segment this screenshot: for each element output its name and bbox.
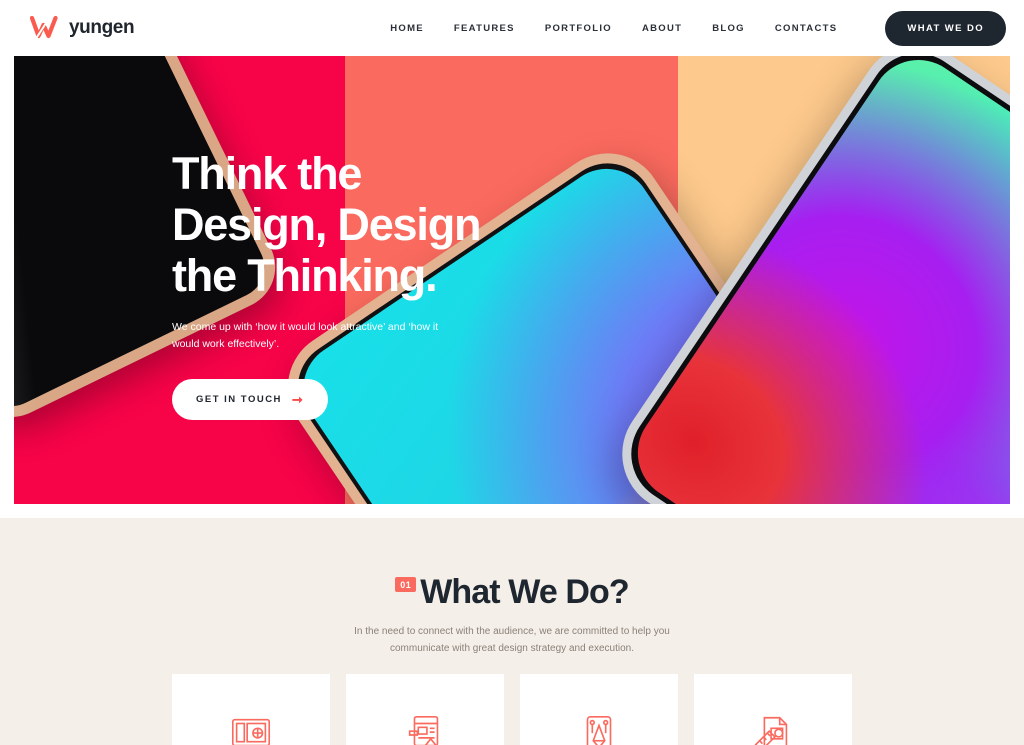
section-title-row: 01 What We Do? xyxy=(395,573,630,612)
service-card[interactable] xyxy=(172,674,330,745)
site-header: yungen HOME FEATURES PORTFOLIO ABOUT BLO… xyxy=(0,0,1024,56)
wireframe-tools-icon xyxy=(408,715,439,745)
arrow-right-icon: ➞ xyxy=(291,392,305,407)
brand-name: yungen xyxy=(69,17,135,38)
hero-title-line-2: Design, Design xyxy=(172,199,481,250)
section-description: In the need to connect with the audience… xyxy=(354,626,670,654)
hero-title: Think the Design, Design the Thinking. xyxy=(172,148,592,301)
get-in-touch-label: GET IN TOUCH xyxy=(196,394,282,405)
hero-subtitle: We come up with ‘how it would look attra… xyxy=(172,321,439,350)
nav-item-contacts[interactable]: CONTACTS xyxy=(775,23,837,34)
section-header: 01 What We Do? In the need to connect wi… xyxy=(0,518,1024,657)
mobile-design-icon xyxy=(754,716,788,745)
hero-title-line-1: Think the xyxy=(172,148,362,199)
nav-item-features[interactable]: FEATURES xyxy=(454,23,515,34)
hero-title-line-3: the Thinking. xyxy=(172,250,438,301)
what-we-do-button[interactable]: WHAT WE DO xyxy=(885,10,1006,46)
service-card[interactable] xyxy=(346,674,504,745)
service-cards xyxy=(0,674,1024,745)
pen-tool-vector-icon xyxy=(586,715,612,745)
nav-item-portfolio[interactable]: PORTFOLIO xyxy=(545,23,612,34)
get-in-touch-button[interactable]: GET IN TOUCH ➞ xyxy=(172,379,329,420)
brand-logo[interactable]: yungen xyxy=(30,15,135,41)
what-we-do-section: 01 What We Do? In the need to connect wi… xyxy=(0,518,1024,745)
nav-item-about[interactable]: ABOUT xyxy=(642,23,682,34)
service-card[interactable] xyxy=(520,674,678,745)
section-title: What We Do? xyxy=(420,573,629,611)
hero-copy: Think the Design, Design the Thinking. W… xyxy=(172,148,592,420)
main-navigation: HOME FEATURES PORTFOLIO ABOUT BLOG CONTA… xyxy=(390,10,1006,46)
section-number-badge: 01 xyxy=(395,577,417,592)
nav-item-home[interactable]: HOME xyxy=(390,23,424,34)
yungen-logo-icon xyxy=(30,15,58,39)
nav-item-blog[interactable]: BLOG xyxy=(712,23,745,34)
monitor-design-icon xyxy=(231,718,271,745)
service-card[interactable] xyxy=(694,674,852,745)
hero-section: Think the Design, Design the Thinking. W… xyxy=(14,56,1010,504)
